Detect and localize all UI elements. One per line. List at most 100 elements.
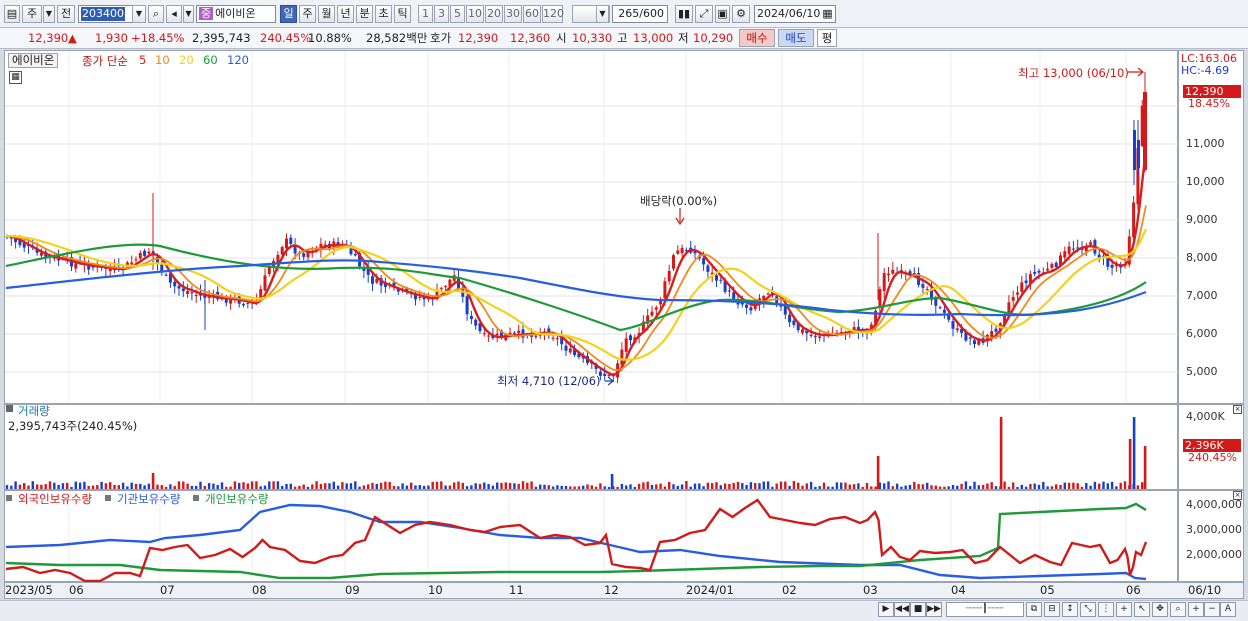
volume-bar bbox=[895, 483, 899, 489]
period-tab-6[interactable]: 틱 bbox=[394, 5, 411, 23]
volume-bar bbox=[736, 481, 740, 489]
price-y-tick: 10,000 bbox=[1186, 175, 1225, 188]
holding-series-2[interactable]: 개인보유수량 bbox=[205, 491, 268, 507]
ma-legend-60[interactable]: 60 bbox=[203, 53, 218, 67]
candle-body bbox=[418, 296, 422, 298]
volume-bar bbox=[496, 482, 499, 489]
volume-bar bbox=[1067, 482, 1071, 489]
rewind-icon[interactable]: ◀◀ bbox=[894, 602, 910, 617]
interval-button-30[interactable]: 30 bbox=[504, 5, 522, 23]
volume-bar bbox=[182, 481, 185, 489]
zoom-out-icon[interactable]: − bbox=[1204, 602, 1220, 617]
scroll-right-icon[interactable]: ▶ bbox=[878, 602, 894, 617]
grid-icon[interactable]: ⋮ bbox=[1098, 602, 1114, 617]
period-tab-0[interactable]: 일 bbox=[280, 5, 297, 23]
close-icon[interactable]: × bbox=[1233, 405, 1242, 414]
crosshair-icon[interactable]: + bbox=[1116, 602, 1132, 617]
candle-body bbox=[715, 275, 718, 281]
volume-bar bbox=[706, 482, 710, 489]
candle-body bbox=[512, 332, 516, 334]
volume-bar bbox=[281, 486, 284, 489]
ma-legend-5[interactable]: 5 bbox=[139, 53, 146, 67]
volume-bar bbox=[1033, 483, 1036, 489]
font-size-icon[interactable]: A bbox=[1220, 602, 1236, 617]
hand-icon[interactable]: ✥ bbox=[1152, 602, 1168, 617]
candle-body bbox=[555, 338, 559, 340]
volume-bar bbox=[564, 485, 568, 489]
zoom-slider[interactable]: ┈┈┈┃┈┈┈ bbox=[946, 602, 1024, 617]
interval-button-10[interactable]: 10 bbox=[466, 5, 484, 23]
x-axis-label: 08 bbox=[252, 583, 267, 597]
ma-legend-120[interactable]: 120 bbox=[227, 53, 249, 67]
volume-bar bbox=[754, 483, 757, 489]
candle-body bbox=[173, 281, 177, 287]
interval-button-1[interactable]: 1 bbox=[418, 5, 433, 23]
candle-body bbox=[878, 289, 882, 308]
pointer-icon[interactable]: ↖ bbox=[1134, 602, 1150, 617]
volume-bar bbox=[379, 482, 383, 489]
interval-button-5[interactable]: 5 bbox=[450, 5, 465, 23]
volume-bar bbox=[440, 481, 443, 489]
scale-icon[interactable]: ↕ bbox=[1062, 602, 1078, 617]
interval-button-120[interactable]: 120 bbox=[542, 5, 564, 23]
split-icon[interactable]: ⧉ bbox=[1026, 602, 1042, 617]
holding-series-0[interactable]: 외국인보유수량 bbox=[18, 491, 92, 507]
zoom-in-icon[interactable]: + bbox=[1188, 602, 1204, 617]
x-axis-label: 2024/01 bbox=[686, 583, 734, 597]
volume-bar bbox=[457, 481, 460, 489]
period-tab-5[interactable]: 초 bbox=[375, 5, 392, 23]
ma-legend-20[interactable]: 20 bbox=[179, 53, 194, 67]
volume-bar bbox=[1016, 486, 1019, 489]
candle-body bbox=[482, 333, 486, 335]
stop-icon[interactable]: ■ bbox=[910, 602, 926, 617]
compare-icon[interactable]: ⊟ bbox=[1044, 602, 1060, 617]
forward-icon[interactable]: ▶▶ bbox=[926, 602, 942, 617]
volume-bar bbox=[969, 486, 972, 489]
interval-button-60[interactable]: 60 bbox=[523, 5, 541, 23]
volume-bar bbox=[758, 483, 761, 489]
period-tab-3[interactable]: 년 bbox=[337, 5, 354, 23]
volume-bar bbox=[435, 481, 439, 489]
ma-legend-prefix: 종가 단순 bbox=[82, 54, 128, 68]
ma-legend-10[interactable]: 10 bbox=[155, 53, 170, 67]
volume-bar bbox=[857, 483, 860, 489]
holding-series-1[interactable]: 기관보유수량 bbox=[117, 491, 180, 507]
volume-bar bbox=[926, 482, 929, 489]
interval-button-20[interactable]: 20 bbox=[485, 5, 503, 23]
volume-bar bbox=[74, 481, 77, 489]
interval-button-3[interactable]: 3 bbox=[434, 5, 449, 23]
candle-body bbox=[887, 273, 890, 276]
candle-body bbox=[495, 333, 499, 336]
period-tab-2[interactable]: 월 bbox=[318, 5, 335, 23]
period-tab-1[interactable]: 주 bbox=[299, 5, 316, 23]
candle-body bbox=[706, 265, 710, 272]
fit-icon[interactable]: ⤡ bbox=[1080, 602, 1096, 617]
candle-body bbox=[1011, 297, 1015, 301]
volume-bar bbox=[444, 485, 447, 489]
volume-bar bbox=[1106, 483, 1109, 489]
zoom-area-icon[interactable]: ⌕ bbox=[1170, 602, 1186, 617]
volume-bar bbox=[1098, 483, 1101, 489]
volume-bar bbox=[573, 486, 576, 489]
volume-bar bbox=[143, 485, 146, 489]
volume-title: 거래량 bbox=[18, 404, 50, 418]
volume-bar bbox=[990, 482, 993, 489]
volume-bar bbox=[491, 485, 495, 489]
volume-bar bbox=[401, 483, 404, 489]
volume-bar bbox=[341, 482, 344, 489]
period-tab-4[interactable]: 분 bbox=[356, 5, 373, 23]
volume-bar bbox=[1080, 486, 1084, 489]
candle-body bbox=[1067, 246, 1071, 254]
volume-bar bbox=[870, 486, 873, 489]
volume-bar bbox=[121, 482, 125, 489]
volume-bar bbox=[1063, 482, 1066, 489]
volume-bar bbox=[1012, 482, 1015, 489]
volume-bar bbox=[324, 483, 327, 489]
volume-bar bbox=[775, 483, 778, 489]
volume-bar bbox=[904, 485, 907, 489]
stock-label[interactable]: 에이비온 bbox=[8, 53, 59, 68]
candle-body bbox=[147, 251, 151, 254]
table-icon[interactable]: ▦ bbox=[9, 71, 22, 84]
dividend-note: 배당락(0.00%) bbox=[640, 194, 718, 208]
volume-bar bbox=[109, 482, 112, 489]
